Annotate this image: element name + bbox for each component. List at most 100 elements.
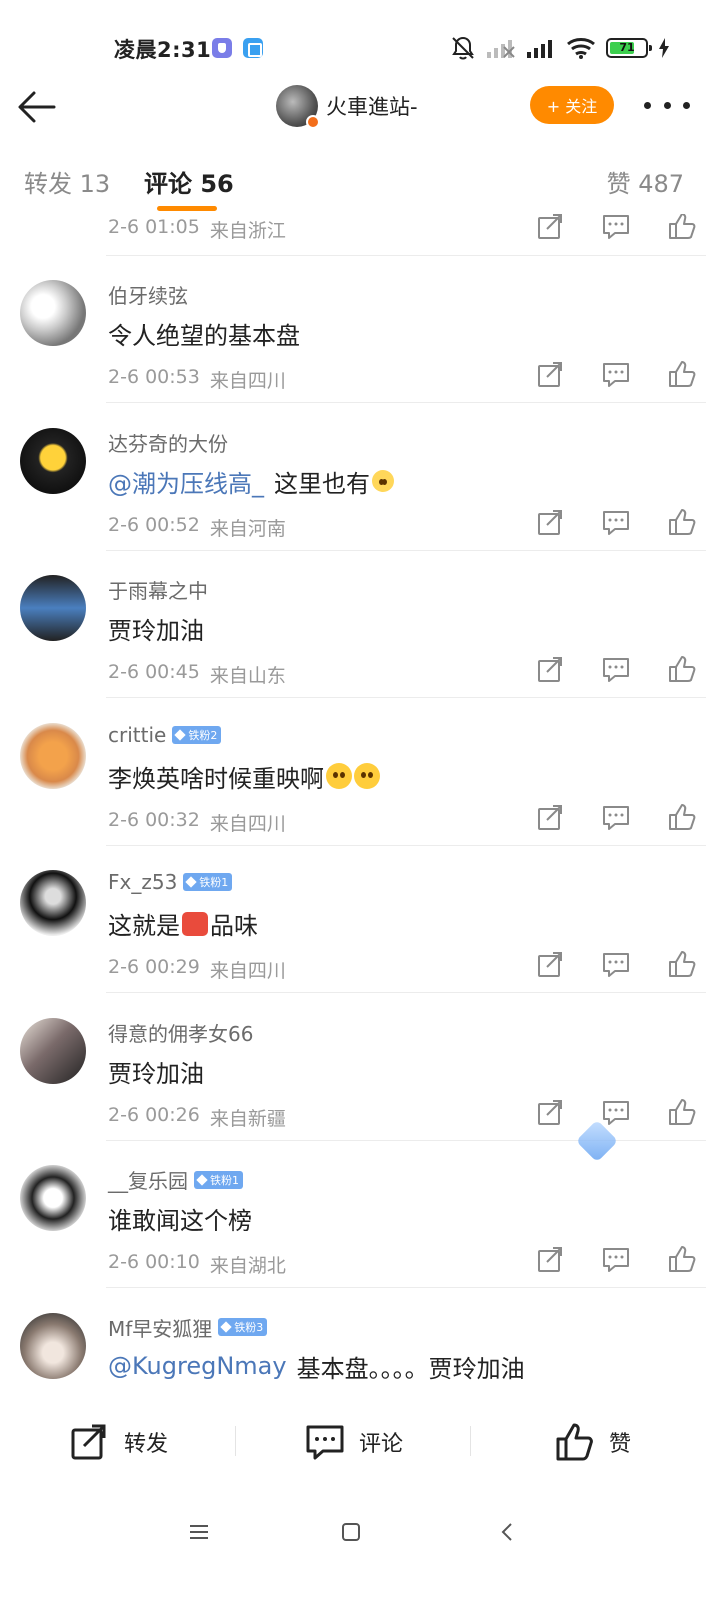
comment-username[interactable]: Mf早安狐狸 <box>108 1313 212 1342</box>
comment-location: 来自四川 <box>209 812 286 835</box>
comment-icon <box>603 510 629 535</box>
reply-button[interactable] <box>600 801 632 833</box>
love-emoji-icon <box>326 763 352 789</box>
repost-comment-button[interactable] <box>534 1243 566 1275</box>
comment-meta: 2-6 00:45 来自山东 <box>108 661 286 688</box>
comment-meta: 2-6 00:10 来自湖北 <box>108 1251 286 1278</box>
comment-time: 2-6 00:10 <box>108 1251 200 1273</box>
comment-username[interactable]: 伯牙续弦 <box>108 280 188 309</box>
menu-button[interactable] <box>179 1512 219 1552</box>
like-comment-button[interactable] <box>666 948 698 980</box>
avatar[interactable] <box>20 1312 86 1379</box>
app-notification-icon <box>212 38 232 58</box>
author-avatar[interactable] <box>276 85 320 129</box>
follow-button[interactable]: + 关注 <box>530 86 614 124</box>
comment-icon <box>603 805 629 830</box>
comment-item: __复乐园 铁粉1 谁敢闻这个榜 2-6 00:10 来自湖北 <box>0 1141 720 1288</box>
like-comment-button[interactable] <box>666 506 698 538</box>
repost-comment-button[interactable] <box>534 948 566 980</box>
like-label: 赞 <box>609 1432 632 1457</box>
avatar[interactable] <box>20 1017 86 1084</box>
avatar[interactable] <box>20 722 86 789</box>
comment-time: 2-6 00:26 <box>108 1103 200 1126</box>
comment-meta: 2-6 01:05 来自浙江 <box>108 216 286 243</box>
fan-badge: 铁粉2 <box>172 725 222 744</box>
comment-meta: 2-6 00:32 来自四川 <box>108 809 286 836</box>
comment-icon <box>603 658 629 682</box>
reply-button[interactable] <box>600 1243 632 1275</box>
repost-comment-button[interactable] <box>534 358 566 390</box>
comment-username[interactable]: 得意的佣孝女66 <box>108 1018 253 1047</box>
wifi-icon <box>567 38 595 59</box>
comment-username-row: Mf早安狐狸 铁粉3 <box>108 1313 268 1342</box>
comment-icon <box>603 1248 629 1272</box>
like-comment-button[interactable] <box>666 1096 698 1128</box>
red-sticker-icon <box>182 911 208 936</box>
comment-time: 2-6 00:45 <box>108 661 200 683</box>
reply-button[interactable] <box>600 948 632 980</box>
like-comment-button[interactable] <box>666 653 698 685</box>
comment-username[interactable]: 于雨幕之中 <box>108 575 208 604</box>
comment-username-row: 达芬奇的大份 <box>108 428 228 457</box>
comment-text: 贾玲加油 <box>108 611 204 646</box>
avatar[interactable] <box>20 280 86 346</box>
more-button[interactable] <box>644 90 690 120</box>
reply-button[interactable] <box>600 653 632 685</box>
comment-username[interactable]: crittie <box>108 723 166 747</box>
like-icon <box>669 951 696 977</box>
repost-comment-button[interactable] <box>534 506 566 538</box>
comment-item: 达芬奇的大份 @潮为压线高_ 这里也有 2-6 00:52 来自河南 <box>0 404 720 551</box>
comment-username[interactable]: 达芬奇的大份 <box>108 428 228 457</box>
repost-icon <box>538 1247 562 1272</box>
comment-text-part: 这就是 <box>108 912 180 940</box>
reply-button[interactable] <box>600 1096 632 1128</box>
repost-icon <box>538 509 562 535</box>
like-comment-button[interactable] <box>666 358 698 390</box>
nav-back-button[interactable] <box>487 1512 527 1552</box>
comment-actions <box>534 506 698 538</box>
comment-mention-link[interactable]: @KugregNmay <box>108 1352 287 1380</box>
avatar[interactable] <box>20 870 86 936</box>
repost-comment-button[interactable] <box>534 214 566 242</box>
reply-button[interactable] <box>600 214 632 242</box>
avatar[interactable] <box>20 575 86 641</box>
app-notification-icon-2 <box>243 38 263 58</box>
comment-location: 来自湖北 <box>209 1255 286 1277</box>
tab-comment[interactable]: 评论 56 <box>144 164 234 199</box>
comment-username-row: 于雨幕之中 <box>108 575 208 604</box>
like-button[interactable]: 赞 <box>555 1422 631 1462</box>
comment-username[interactable]: __复乐园 <box>108 1165 188 1194</box>
comment-time: 2-6 01:05 <box>108 216 200 238</box>
comment-list[interactable]: 2-6 01:05 来自浙江 伯牙续弦 令人绝望的基本盘 2-6 00:53 来自四川… <box>0 214 720 1392</box>
comment-username-row: __复乐园 铁粉1 <box>108 1165 243 1194</box>
comment-text-body: 贾玲加油 <box>108 1059 204 1088</box>
repost-icon <box>71 1424 106 1460</box>
like-comment-button[interactable] <box>666 801 698 833</box>
repost-button[interactable]: 转发 <box>70 1422 168 1462</box>
author-info[interactable]: 火車進站- <box>276 84 418 129</box>
comment-actions <box>534 948 698 980</box>
repost-comment-button[interactable] <box>534 653 566 685</box>
tab-like[interactable]: 赞 487 <box>607 164 684 199</box>
repost-comment-button[interactable] <box>534 1096 566 1128</box>
repost-comment-button[interactable] <box>534 801 566 833</box>
reply-button[interactable] <box>600 358 632 390</box>
comment-mention-link[interactable]: @潮为压线高_ <box>108 464 264 499</box>
author-name[interactable]: 火車進站- <box>326 91 418 121</box>
comment-location: 来自四川 <box>209 960 286 982</box>
comment-button[interactable]: 评论 <box>305 1422 403 1462</box>
comment-text-body: 贾玲加油 <box>108 617 204 645</box>
comment-text-body: 令人绝望的基本盘 <box>108 322 300 350</box>
battery-indicator: 71 <box>606 38 652 58</box>
comment-item: Mf早安狐狸 铁粉3 @KugregNmay 基本盘。。。。贾玲加油 <box>0 1289 720 1393</box>
avatar[interactable] <box>20 427 86 494</box>
comment-username[interactable]: Fx_z53 <box>108 870 177 894</box>
reply-button[interactable] <box>600 506 632 538</box>
like-comment-button[interactable] <box>666 214 698 242</box>
avatar[interactable] <box>20 1165 86 1231</box>
back-button[interactable] <box>14 84 60 130</box>
home-button[interactable] <box>331 1512 371 1552</box>
tab-repost[interactable]: 转发 13 <box>24 164 110 199</box>
tab-indicator <box>157 206 217 211</box>
like-comment-button[interactable] <box>666 1243 698 1275</box>
